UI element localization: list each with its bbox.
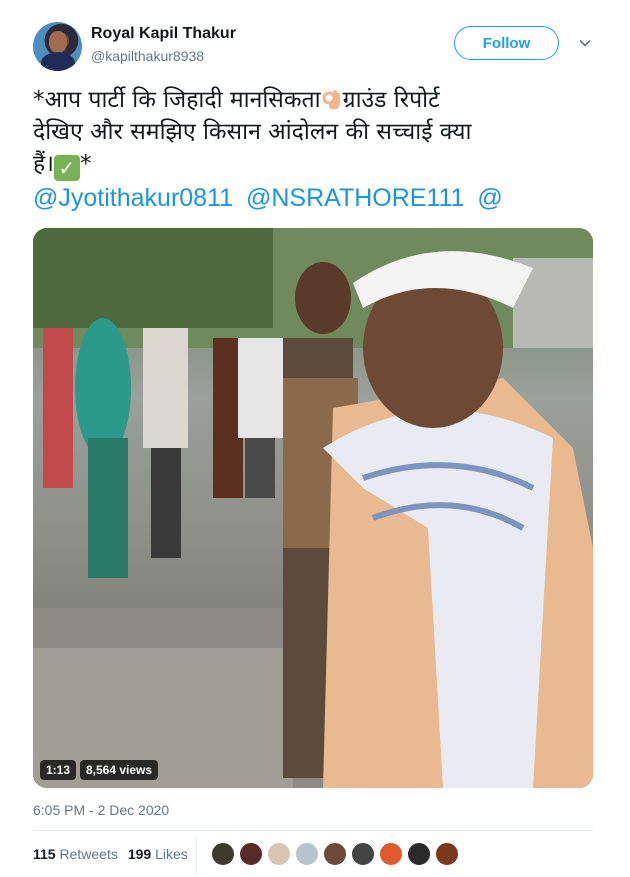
video-views: 8,564 views	[80, 760, 159, 780]
avatar-shirt	[41, 52, 75, 71]
mention-link[interactable]: @Jyotithakur0811	[33, 184, 233, 212]
tweet-timestamp[interactable]: 6:05 PM - 2 Dec 2020	[33, 802, 169, 818]
tweet-text: *आप पार्टी कि जिहादी मानसिकता ग्राउंड रि…	[33, 84, 598, 181]
liker-avatar[interactable]	[211, 842, 235, 866]
liker-avatar[interactable]	[435, 842, 459, 866]
retweets-label: Retweets	[59, 846, 118, 862]
avatar-face	[49, 31, 67, 53]
mentions: @Jyotithakur0811 @NSRATHORE111 @	[33, 184, 598, 213]
author-name[interactable]: Royal Kapil Thakur	[91, 25, 236, 43]
video-duration: 1:13	[40, 760, 77, 780]
liker-avatar[interactable]	[379, 842, 403, 866]
ok-hand-icon	[322, 90, 340, 109]
divider	[33, 830, 593, 831]
stats-divider	[196, 838, 197, 874]
liker-avatars	[211, 842, 463, 866]
retweets-count: 115	[33, 846, 56, 862]
video-player[interactable]: 1:13 8,564 views	[33, 228, 593, 788]
liker-avatar[interactable]	[407, 842, 431, 866]
likes-stat[interactable]: 199 Likes	[128, 846, 188, 862]
tweet-header: Royal Kapil Thakur @kapilthakur8938 Foll…	[33, 20, 598, 76]
likes-count: 199	[127, 846, 152, 862]
tweet-line1-post: ग्राउंड रिपोर्ट	[342, 87, 440, 113]
retweets-stat[interactable]: 115 Retweets	[33, 846, 118, 862]
author-avatar[interactable]	[33, 22, 82, 71]
video-frame	[33, 228, 593, 788]
tweet-line2: देखिए और समझिए किसान आंदोलन की सच्चाई क्…	[33, 119, 472, 145]
likes-label: Likes	[155, 846, 188, 862]
tweet-stats: 115 Retweets 199 Likes	[33, 846, 188, 862]
mention-link[interactable]: @	[477, 184, 502, 212]
liker-avatar[interactable]	[267, 842, 291, 866]
liker-avatar[interactable]	[239, 842, 263, 866]
tweet-line3-pre: हैं।	[33, 151, 54, 177]
liker-avatar[interactable]	[351, 842, 375, 866]
chevron-down-icon[interactable]	[578, 36, 592, 50]
tweet-line1-pre: *आप पार्टी कि जिहादी मानसिकता	[33, 87, 321, 113]
liker-avatar[interactable]	[323, 842, 347, 866]
follow-button[interactable]: Follow	[454, 26, 559, 60]
tweet-line3-post: *	[79, 151, 92, 177]
mention-link[interactable]: @NSRATHORE111	[246, 184, 464, 212]
check-mark-icon: ✓	[53, 155, 80, 181]
author-handle[interactable]: @kapilthakur8938	[91, 48, 204, 64]
liker-avatar[interactable]	[295, 842, 319, 866]
